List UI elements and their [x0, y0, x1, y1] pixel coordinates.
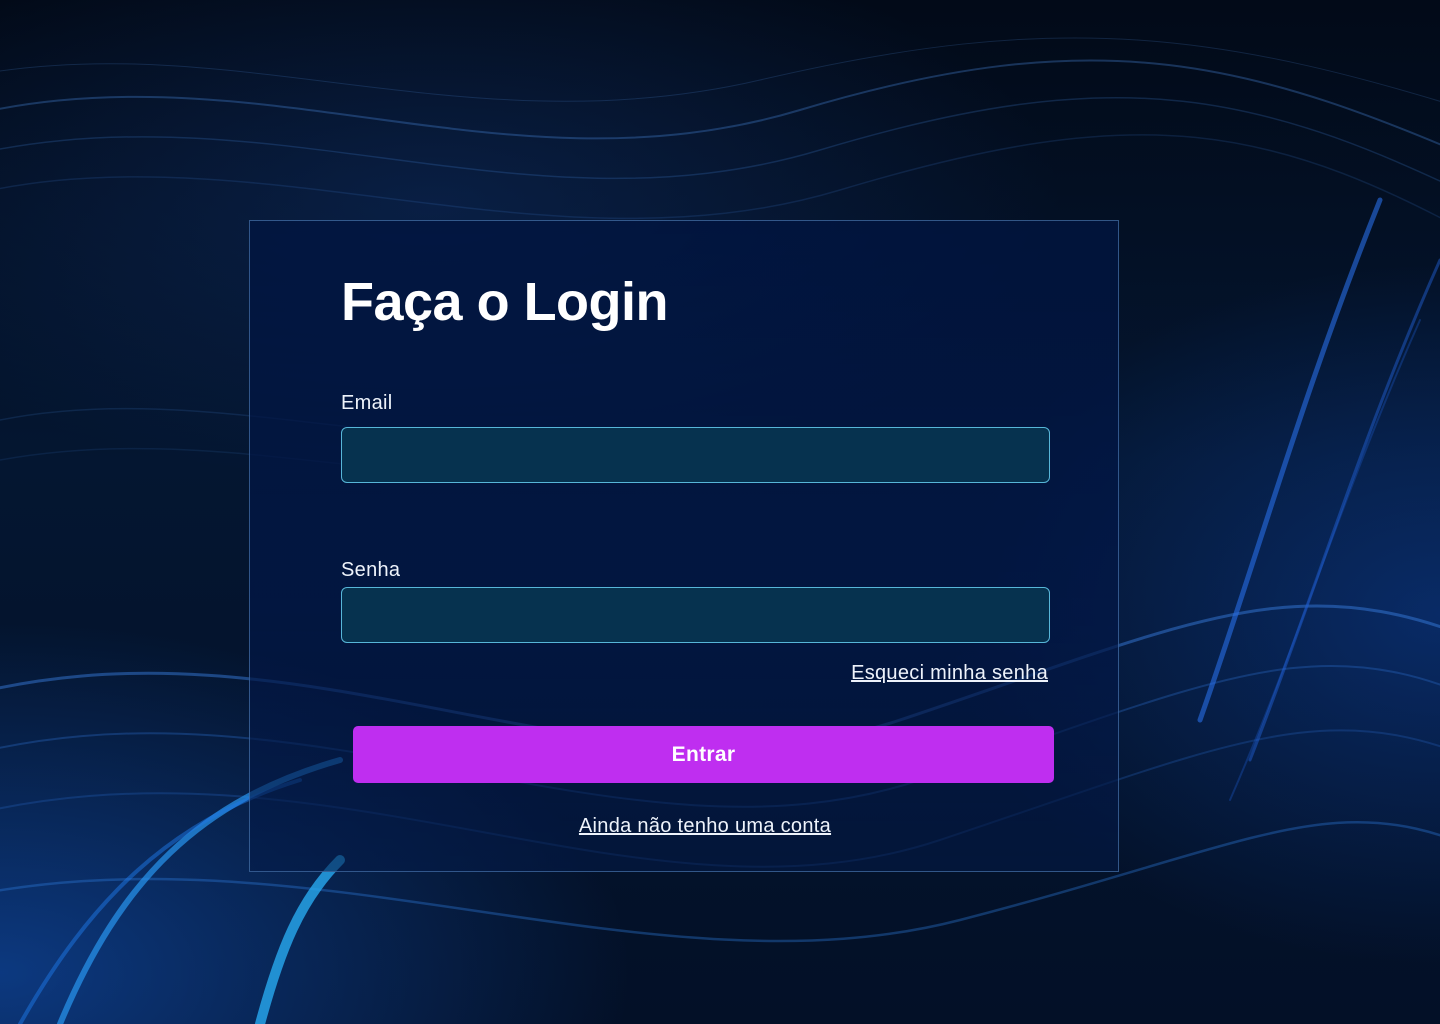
- email-field[interactable]: [341, 427, 1050, 483]
- login-button[interactable]: Entrar: [353, 726, 1054, 783]
- signup-link[interactable]: Ainda não tenho uma conta: [250, 814, 1160, 838]
- login-screen: Faça o Login Email Senha Esqueci minha s…: [0, 0, 1440, 1024]
- login-card: Faça o Login Email Senha Esqueci minha s…: [249, 220, 1119, 872]
- forgot-password-link[interactable]: Esqueci minha senha: [851, 661, 1048, 685]
- page-title: Faça o Login: [341, 272, 669, 332]
- password-field[interactable]: [341, 587, 1050, 643]
- password-label: Senha: [341, 559, 401, 581]
- email-label: Email: [341, 392, 393, 414]
